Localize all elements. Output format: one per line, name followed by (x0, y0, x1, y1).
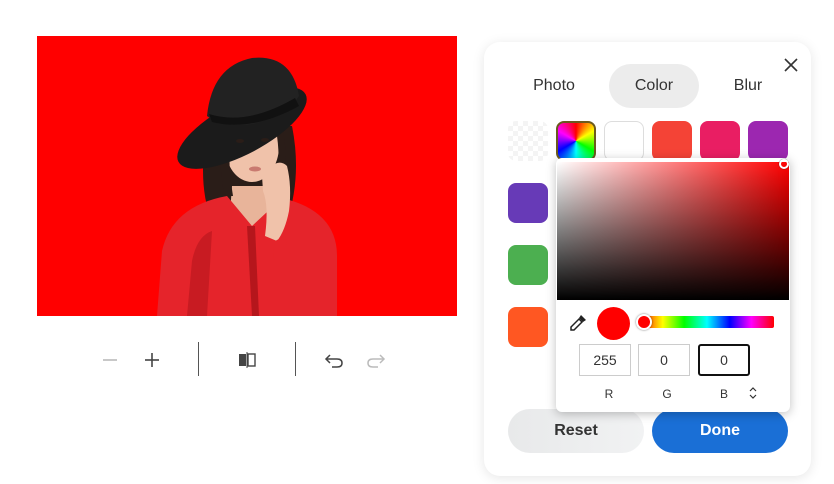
background-tabs: Photo Color Blur (508, 64, 794, 108)
swatch-green[interactable] (508, 245, 548, 285)
hue-slider[interactable] (640, 316, 774, 328)
hue-slider-handle[interactable] (636, 314, 652, 330)
b-value-input[interactable]: 0 (698, 344, 750, 376)
swatch-deep-orange[interactable] (508, 307, 548, 347)
tab-blur[interactable]: Blur (702, 64, 794, 108)
done-button[interactable]: Done (652, 409, 788, 453)
color-mode-toggle[interactable] (747, 385, 759, 401)
photo-canvas[interactable] (37, 36, 457, 316)
zoom-out-button[interactable] (96, 346, 124, 374)
swatch-white[interactable] (604, 121, 644, 161)
plus-icon (145, 353, 159, 367)
redo-button[interactable] (362, 346, 390, 374)
swatch-purple[interactable] (748, 121, 788, 161)
editor-stage: Photo Color Blur Reset Done 255 0 0 R G … (0, 0, 834, 484)
saturation-handle[interactable] (779, 159, 789, 169)
eyedropper-button[interactable] (568, 313, 588, 333)
reset-button[interactable]: Reset (508, 409, 644, 453)
g-value-input[interactable]: 0 (638, 344, 690, 376)
swatch-transparent[interactable] (508, 121, 548, 161)
color-preview (597, 307, 630, 340)
color-picker-popup: 255 0 0 R G B (556, 158, 790, 412)
tab-color[interactable]: Color (609, 64, 699, 108)
flip-button[interactable] (233, 346, 261, 374)
g-label: G (662, 387, 672, 401)
chevron-updown-icon (749, 387, 757, 399)
minus-icon (103, 359, 117, 361)
swatch-deep-purple[interactable] (508, 183, 548, 223)
b-label: B (719, 387, 728, 401)
undo-icon (324, 354, 343, 368)
redo-icon (367, 354, 386, 368)
undo-button[interactable] (320, 346, 348, 374)
toolbar-divider (198, 342, 199, 376)
swatch-red[interactable] (652, 121, 692, 161)
r-label: R (604, 387, 614, 401)
portrait-image (157, 57, 337, 316)
canvas-toolbar (96, 340, 396, 380)
zoom-in-button[interactable] (138, 346, 166, 374)
flip-icon (239, 352, 256, 368)
eyedropper-icon (570, 315, 586, 331)
swatch-custom-color[interactable] (556, 121, 596, 161)
saturation-value-area[interactable] (557, 159, 789, 300)
toolbar-divider (295, 342, 296, 376)
tab-photo[interactable]: Photo (508, 64, 600, 108)
swatch-pink[interactable] (700, 121, 740, 161)
r-value-input[interactable]: 255 (579, 344, 631, 376)
